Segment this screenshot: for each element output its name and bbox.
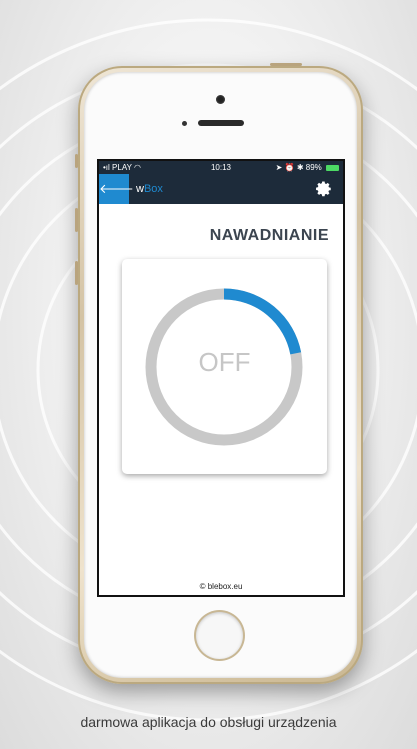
phone-screen: •ıl PLAY ◠ 10:13 ➤ ⏰ ✱ 89% 🡐 wBox NAWADN…	[99, 161, 343, 595]
bluetooth-icon: ✱	[296, 163, 304, 172]
device-card[interactable]: OFF	[122, 259, 327, 474]
gear-icon[interactable]	[315, 180, 333, 198]
earpiece-speaker	[198, 120, 244, 126]
app-title-prefix: w	[136, 183, 144, 195]
device-name: NAWADNIANIE	[209, 227, 329, 244]
dial-progress-arc	[223, 288, 302, 355]
footer-copyright: © blebox.eu	[199, 582, 243, 591]
location-icon: ➤	[275, 163, 283, 172]
battery-percent: 89%	[305, 163, 322, 172]
status-right: ➤ ⏰ ✱ 89%	[276, 161, 339, 174]
back-arrow-icon: 🡐	[99, 181, 134, 196]
state-label: OFF	[198, 347, 251, 377]
back-button[interactable]: 🡐	[99, 174, 134, 204]
app-title-suffix: Box	[143, 183, 163, 195]
alarm-icon: ⏰	[284, 163, 295, 172]
mute-switch	[75, 154, 78, 168]
volume-down-button	[75, 261, 78, 285]
volume-up-button	[75, 208, 78, 232]
phone-frame: •ıl PLAY ◠ 10:13 ➤ ⏰ ✱ 89% 🡐 wBox NAWADN…	[75, 63, 363, 684]
app-bar: 🡐 wBox	[99, 174, 343, 204]
app-title: wBox	[136, 174, 163, 204]
battery-icon	[326, 164, 339, 171]
status-bar: •ıl PLAY ◠ 10:13 ➤ ⏰ ✱ 89%	[99, 161, 343, 174]
proximity-sensor	[182, 121, 187, 126]
home-button	[196, 612, 243, 659]
front-camera	[216, 95, 225, 104]
caption: darmowa aplikacja do obsługi urządzenia	[80, 714, 337, 730]
power-button	[270, 63, 302, 66]
